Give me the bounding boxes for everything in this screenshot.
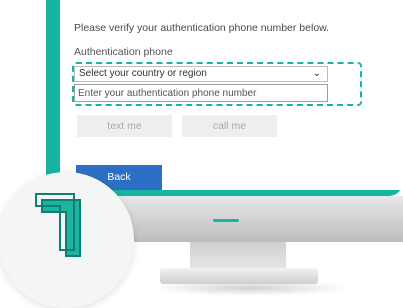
monitor-stand-base	[160, 268, 318, 284]
call-me-button[interactable]: call me	[182, 115, 277, 137]
instruction-text: Please verify your authentication phone …	[74, 22, 330, 34]
number-seven-icon	[34, 188, 94, 268]
authentication-phone-label: Authentication phone	[74, 46, 173, 58]
text-me-button[interactable]: text me	[77, 115, 172, 137]
highlight-dashed-box	[72, 62, 362, 106]
monitor-power-indicator	[213, 219, 239, 222]
